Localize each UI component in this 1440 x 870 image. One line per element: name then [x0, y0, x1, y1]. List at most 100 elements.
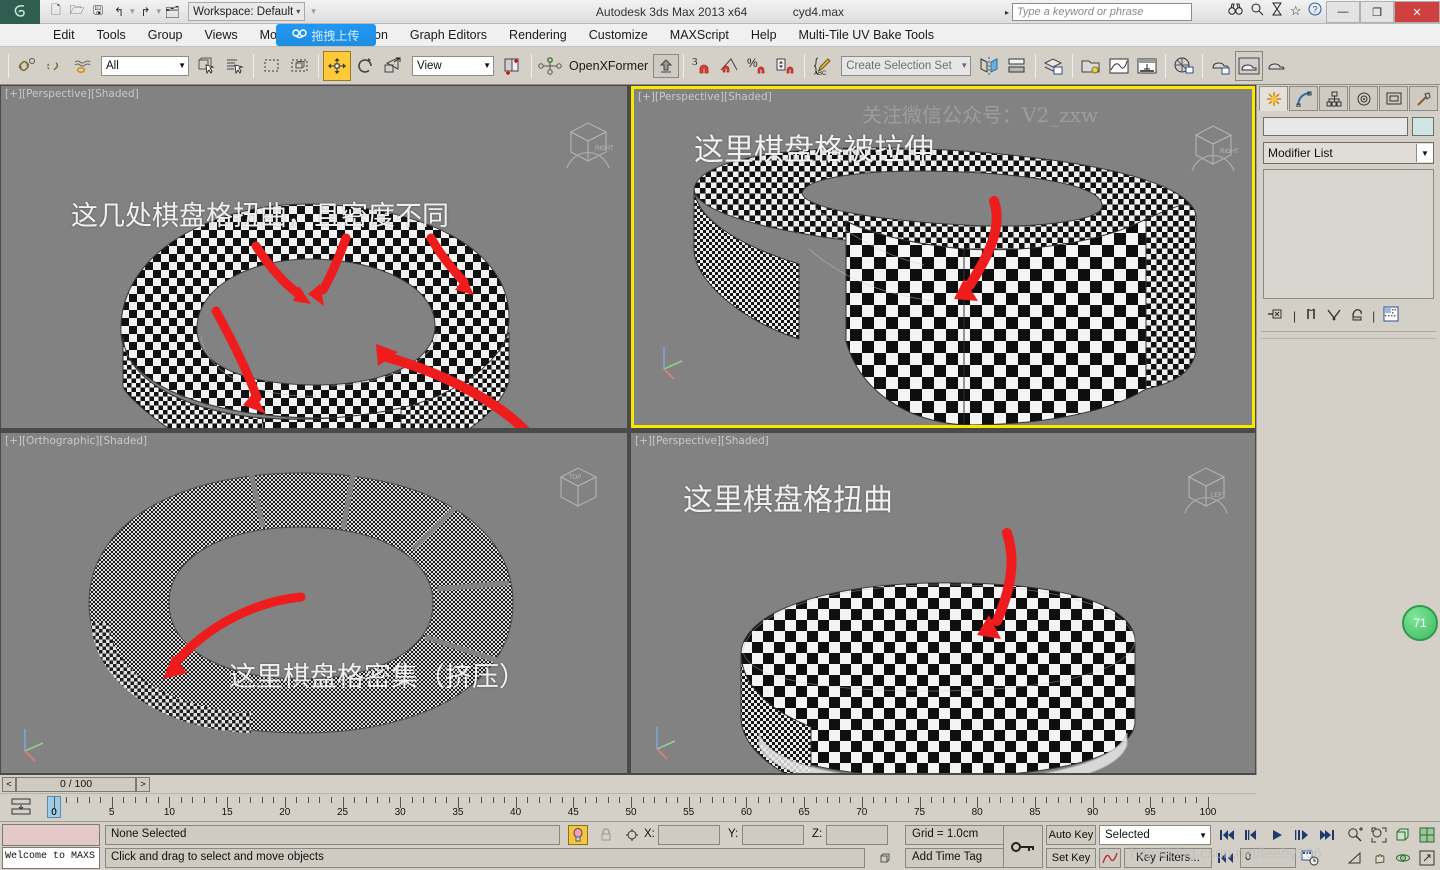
display-tab[interactable]: [1379, 86, 1408, 111]
zoom-icon[interactable]: [1344, 824, 1366, 845]
menu-item-group[interactable]: Group: [137, 26, 194, 44]
menu-item-customize[interactable]: Customize: [578, 26, 659, 44]
object-name-input[interactable]: [1263, 117, 1408, 136]
material-editor-icon[interactable]: [1170, 51, 1198, 81]
curve-editor-icon[interactable]: [1105, 51, 1133, 81]
pan-view-icon[interactable]: [1368, 847, 1390, 868]
select-and-scale-icon[interactable]: [379, 51, 407, 81]
set-key-toggle-icon[interactable]: [1003, 825, 1043, 868]
search-input[interactable]: Type a keyword or phrase: [1012, 3, 1192, 21]
configure-modifier-sets-icon[interactable]: [1383, 306, 1399, 325]
menu-item-edit[interactable]: Edit: [42, 26, 86, 44]
menu-item-help[interactable]: Help: [740, 26, 788, 44]
absolute-mode-transform-type-in-icon[interactable]: [622, 825, 642, 845]
select-object-icon[interactable]: [193, 51, 221, 81]
key-mode-combo[interactable]: Selected ▼: [1099, 825, 1211, 845]
set-key-button[interactable]: Set Key: [1046, 848, 1096, 868]
green-status-badge[interactable]: 71: [1402, 605, 1438, 641]
viewport-label-bottom-left[interactable]: [+][Orthographic][Shaded]: [5, 435, 147, 447]
edit-named-selection-sets-icon[interactable]: ABC: [809, 51, 837, 81]
select-and-link-icon[interactable]: [13, 51, 41, 81]
menu-item-rendering[interactable]: Rendering: [498, 26, 578, 44]
viewport-bottom-right[interactable]: [+][Perspective][Shaded] 这里棋盘格扭曲 LEFT: [631, 433, 1255, 773]
view-cube-bottom-right[interactable]: LEFT: [1171, 455, 1228, 514]
search-binoculars-icon[interactable]: [1228, 3, 1243, 19]
key-filters-button[interactable]: Key Filters...: [1124, 848, 1212, 868]
workspace-selector[interactable]: Workspace: Default ▾: [188, 2, 306, 21]
viewport-top-right[interactable]: [+][Perspective][Shaded] 关注微信公众号：V2_zxw …: [631, 86, 1255, 428]
view-cube-top-left[interactable]: RIGHT: [553, 110, 614, 169]
select-and-move-icon[interactable]: [323, 50, 351, 81]
snaps-toggle-icon[interactable]: 3: [688, 51, 716, 81]
auto-key-button[interactable]: Auto Key: [1046, 825, 1096, 845]
viewport-bottom-left[interactable]: [+][Orthographic][Shaded] 这里棋盘格密集（挤压） TO…: [1, 433, 627, 773]
render-setup-icon[interactable]: [1207, 51, 1235, 81]
selection-lock-icon[interactable]: [596, 825, 616, 845]
named-selection-sets-combo[interactable]: Create Selection Set ▼: [841, 55, 972, 76]
app-logo-icon[interactable]: [0, 0, 40, 24]
restore-button[interactable]: ❐: [1360, 1, 1394, 23]
previous-frame-button[interactable]: <: [2, 776, 16, 792]
select-and-rotate-icon[interactable]: [351, 51, 379, 81]
menu-item-views[interactable]: Views: [193, 26, 248, 44]
drag-upload-overlay[interactable]: 拖拽上传: [276, 24, 376, 46]
spinner-snap-toggle-icon[interactable]: [772, 51, 800, 81]
menu-item-multi-tile-uv-bake-tools[interactable]: Multi-Tile UV Bake Tools: [788, 26, 945, 44]
maximize-viewport-toggle-icon[interactable]: [1416, 824, 1438, 845]
field-of-view-icon[interactable]: [1392, 824, 1414, 845]
grid-toggle-icon[interactable]: [875, 848, 895, 868]
coord-y-input[interactable]: [742, 825, 804, 845]
undo-icon[interactable]: ↰: [109, 2, 129, 22]
undo-dropdown-icon[interactable]: ▾: [130, 6, 135, 17]
rectangular-selection-region-icon[interactable]: [258, 51, 286, 81]
align-icon[interactable]: [1003, 51, 1031, 81]
view-cube-bottom-left[interactable]: TOP: [543, 455, 599, 511]
time-slider-ruler[interactable]: 0 0 5 10 15 20 25 30 35 40 45 50 55 60 65 70 75 80 85 90 95…: [0, 793, 1256, 821]
unlink-selection-icon[interactable]: [41, 51, 69, 81]
play-animation-button[interactable]: [1266, 825, 1288, 845]
selection-lock-prompt-icon[interactable]: [568, 825, 588, 845]
go-to-start-button[interactable]: [1216, 825, 1238, 845]
remove-modifier-icon[interactable]: [1350, 307, 1364, 324]
hourglass-icon[interactable]: [1271, 2, 1283, 19]
next-frame-button[interactable]: >: [136, 776, 150, 792]
maximize-toggle-icon[interactable]: [1416, 847, 1438, 868]
reference-coordinate-system-combo[interactable]: View ▼: [412, 55, 494, 76]
current-frame-input[interactable]: 0: [1240, 848, 1296, 868]
render-production-icon[interactable]: [1263, 51, 1291, 81]
select-by-name-icon[interactable]: [221, 51, 249, 81]
menu-item-tools[interactable]: Tools: [86, 26, 137, 44]
previous-frame-button[interactable]: [1241, 825, 1263, 845]
use-pivot-point-center-icon[interactable]: [499, 51, 527, 81]
show-end-result-icon[interactable]: [1304, 307, 1318, 324]
hierarchy-tab[interactable]: [1319, 86, 1348, 111]
viewport-label-top-left[interactable]: [+][Perspective][Shaded]: [5, 88, 139, 100]
maxscript-listener-input[interactable]: [2, 824, 100, 846]
key-mode-toggle-icon[interactable]: [1216, 848, 1236, 868]
set-project-folder-icon[interactable]: 🗂: [162, 2, 182, 22]
frame-counter[interactable]: 0 / 100: [16, 776, 136, 792]
schematic-view-icon[interactable]: [1133, 51, 1161, 81]
menu-item-graph-editors[interactable]: Graph Editors: [399, 26, 498, 44]
viewport-label-top-right[interactable]: [+][Perspective][Shaded]: [638, 91, 772, 103]
new-file-icon[interactable]: 🗋: [46, 2, 66, 22]
zoom-extents-all-icon[interactable]: [1368, 824, 1390, 845]
qat-overflow-icon[interactable]: ▾: [311, 6, 316, 17]
key-mode-icon[interactable]: [10, 798, 32, 816]
orbit-icon[interactable]: [1392, 847, 1414, 868]
time-configuration-icon[interactable]: [1300, 848, 1320, 868]
redo-dropdown-icon[interactable]: ▾: [157, 6, 162, 17]
selection-filter-combo[interactable]: All ▼: [101, 55, 189, 76]
redo-icon[interactable]: ↱: [136, 2, 156, 22]
magnifier-icon[interactable]: [1250, 2, 1264, 19]
go-to-end-button[interactable]: [1316, 825, 1338, 845]
search-expand-icon[interactable]: ▸: [1005, 8, 1009, 17]
make-unique-icon[interactable]: [1326, 307, 1342, 324]
openxformer-pivot-icon[interactable]: [536, 51, 564, 81]
mirror-icon[interactable]: [975, 51, 1003, 81]
create-tab[interactable]: [1259, 86, 1288, 111]
modifier-list-combo[interactable]: Modifier List ▼: [1263, 142, 1434, 164]
rendered-frame-window-icon[interactable]: [1235, 50, 1264, 81]
favorite-star-icon[interactable]: ☆: [1290, 3, 1302, 19]
layer-manager-icon[interactable]: [1040, 51, 1068, 81]
